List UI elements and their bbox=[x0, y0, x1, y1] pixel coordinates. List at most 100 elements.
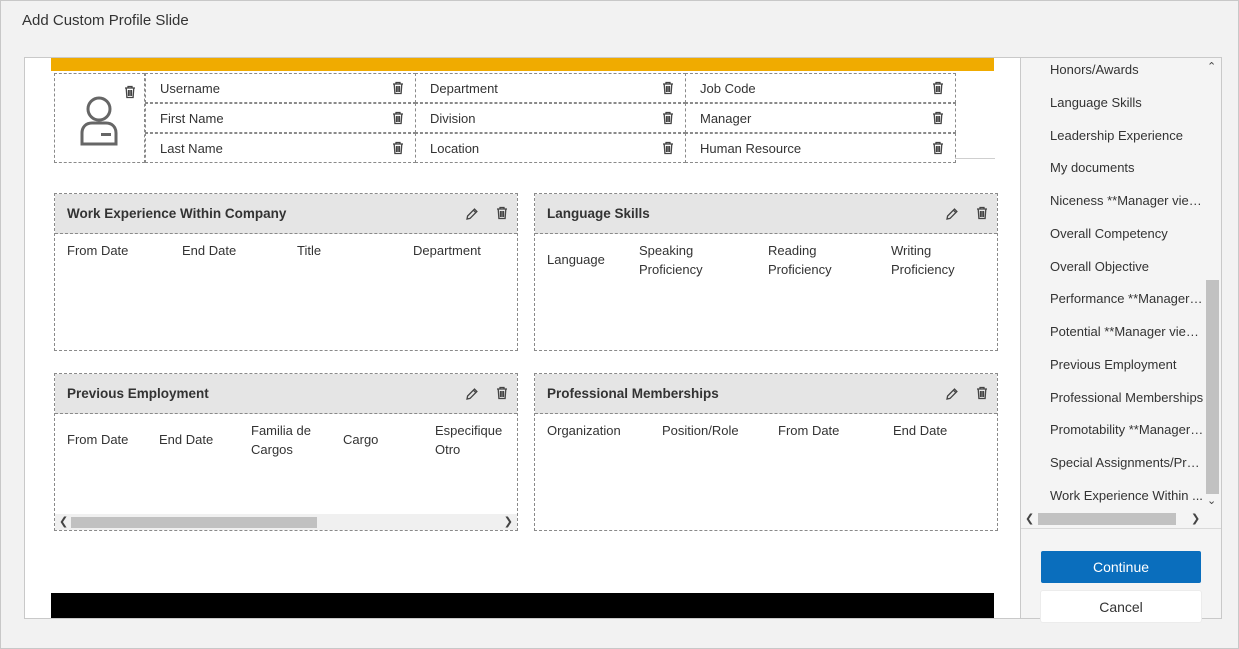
scrollbar-thumb[interactable] bbox=[1038, 513, 1176, 525]
scrollbar-thumb[interactable] bbox=[71, 517, 317, 528]
horizontal-scrollbar[interactable]: ❮ ❯ bbox=[55, 514, 517, 530]
field-first-name[interactable]: First Name bbox=[145, 103, 416, 133]
column-header: Cargo bbox=[343, 432, 379, 447]
list-item[interactable]: Previous Employment bbox=[1050, 357, 1206, 372]
column-header: Organization bbox=[547, 423, 621, 438]
trash-icon[interactable] bbox=[931, 111, 945, 125]
panel-header: Previous Employment bbox=[55, 374, 517, 414]
list-item[interactable]: Professional Memberships bbox=[1050, 390, 1206, 405]
field-username[interactable]: Username bbox=[145, 73, 416, 103]
trash-icon[interactable] bbox=[661, 141, 675, 155]
pencil-icon[interactable] bbox=[465, 207, 479, 221]
field-label: Job Code bbox=[700, 81, 756, 96]
field-label: Human Resource bbox=[700, 141, 802, 156]
panel-title: Professional Memberships bbox=[547, 386, 719, 401]
trash-icon[interactable] bbox=[975, 386, 989, 400]
field-location[interactable]: Location bbox=[415, 133, 686, 163]
scroll-right-icon[interactable]: ❯ bbox=[504, 515, 513, 528]
panel-previous-employment[interactable]: Previous Employment From Date End Date F… bbox=[54, 373, 518, 531]
trash-icon[interactable] bbox=[661, 111, 675, 125]
field-label: Department bbox=[430, 81, 498, 96]
trash-icon[interactable] bbox=[661, 81, 675, 95]
panel-header: Professional Memberships bbox=[535, 374, 997, 414]
trash-icon[interactable] bbox=[391, 111, 405, 125]
trash-icon[interactable] bbox=[931, 141, 945, 155]
scroll-left-icon[interactable]: ❮ bbox=[59, 515, 68, 528]
avatar-block bbox=[54, 73, 145, 163]
field-last-name[interactable]: Last Name bbox=[145, 133, 416, 163]
list-item[interactable]: Promotability **Manager vi... bbox=[1050, 422, 1206, 437]
column-header: Familia de Cargos bbox=[251, 423, 311, 457]
list-item[interactable]: Leadership Experience bbox=[1050, 128, 1206, 143]
continue-button[interactable]: Continue bbox=[1041, 551, 1201, 583]
trash-icon[interactable] bbox=[391, 81, 405, 95]
pencil-icon[interactable] bbox=[945, 207, 959, 221]
column-header: Language bbox=[547, 252, 605, 267]
vertical-scrollbar[interactable]: ⌃ ⌄ bbox=[1205, 58, 1219, 512]
field-label: Location bbox=[430, 141, 480, 156]
list-item[interactable]: My documents bbox=[1050, 160, 1206, 175]
slide-canvas: Username Department Job Code First Name … bbox=[24, 57, 1022, 619]
panel-title: Previous Employment bbox=[67, 386, 209, 401]
panel-header: Work Experience Within Company bbox=[55, 194, 517, 234]
list-item[interactable]: Overall Competency bbox=[1050, 226, 1206, 241]
column-header: Title bbox=[297, 243, 322, 258]
list-item[interactable]: Honors/Awards bbox=[1050, 62, 1206, 77]
column-header: End Date bbox=[159, 432, 214, 447]
trash-icon[interactable] bbox=[391, 141, 405, 155]
list-item[interactable]: Special Assignments/Proj... bbox=[1050, 455, 1206, 470]
column-header: Position/Role bbox=[662, 423, 739, 438]
field-human-resource[interactable]: Human Resource bbox=[685, 133, 956, 163]
field-job-code[interactable]: Job Code bbox=[685, 73, 956, 103]
pencil-icon[interactable] bbox=[945, 387, 959, 401]
panel-language-skills[interactable]: Language Skills Language Speaking Profic… bbox=[534, 193, 998, 351]
list-item[interactable]: Potential **Manager view ... bbox=[1050, 324, 1206, 339]
column-header: Speaking Proficiency bbox=[639, 243, 703, 277]
panel-professional-memberships[interactable]: Professional Memberships Organization Po… bbox=[534, 373, 998, 531]
panel-title: Language Skills bbox=[547, 206, 650, 221]
panel-work-experience[interactable]: Work Experience Within Company From Date… bbox=[54, 193, 518, 351]
field-label: Manager bbox=[700, 111, 752, 126]
header-accent-bar bbox=[51, 58, 994, 71]
column-header: Department bbox=[413, 243, 481, 258]
trash-icon[interactable] bbox=[495, 386, 509, 400]
horizontal-scrollbar[interactable]: ❮ ❯ bbox=[1021, 510, 1207, 528]
trash-icon[interactable] bbox=[975, 206, 989, 220]
header-divider bbox=[955, 158, 995, 159]
list-item[interactable]: Performance **Manager vi... bbox=[1050, 291, 1206, 306]
column-header: End Date bbox=[893, 423, 948, 438]
scroll-left-icon[interactable]: ❮ bbox=[1025, 512, 1034, 525]
trash-icon[interactable] bbox=[931, 81, 945, 95]
scrollbar-thumb[interactable] bbox=[1206, 280, 1219, 494]
list-item[interactable]: Work Experience Within ... bbox=[1050, 488, 1206, 503]
column-header: End Date bbox=[182, 243, 237, 258]
trash-icon[interactable] bbox=[495, 206, 509, 220]
footer-bar bbox=[51, 593, 994, 618]
field-department[interactable]: Department bbox=[415, 73, 686, 103]
dialog-title: Add Custom Profile Slide bbox=[22, 12, 189, 29]
column-header: Especifique Otro bbox=[435, 423, 503, 457]
column-header: Writing Proficiency bbox=[891, 243, 955, 277]
pencil-icon[interactable] bbox=[465, 387, 479, 401]
field-division[interactable]: Division bbox=[415, 103, 686, 133]
list-item[interactable]: Niceness **Manager view ... bbox=[1050, 193, 1206, 208]
panel-title: Work Experience Within Company bbox=[67, 206, 287, 221]
field-label: Username bbox=[160, 81, 220, 96]
cancel-button[interactable]: Cancel bbox=[1041, 591, 1201, 622]
scroll-down-icon[interactable]: ⌄ bbox=[1207, 494, 1216, 507]
available-sections-list[interactable]: Honors/Awards Language Skills Leadership… bbox=[1021, 58, 1221, 528]
column-header: Reading Proficiency bbox=[768, 243, 832, 277]
column-header: From Date bbox=[67, 432, 129, 447]
field-manager[interactable]: Manager bbox=[685, 103, 956, 133]
scroll-up-icon[interactable]: ⌃ bbox=[1207, 60, 1216, 73]
field-label: Last Name bbox=[160, 141, 223, 156]
sidebar-divider bbox=[1021, 528, 1221, 529]
sidebar: Honors/Awards Language Skills Leadership… bbox=[1020, 57, 1222, 622]
list-item[interactable]: Overall Objective bbox=[1050, 259, 1206, 274]
scroll-right-icon[interactable]: ❯ bbox=[1191, 512, 1200, 525]
trash-icon[interactable] bbox=[123, 85, 137, 99]
user-avatar-icon bbox=[80, 96, 118, 146]
field-label: Division bbox=[430, 111, 476, 126]
list-item[interactable]: Language Skills bbox=[1050, 95, 1206, 110]
column-header: From Date bbox=[67, 243, 129, 258]
